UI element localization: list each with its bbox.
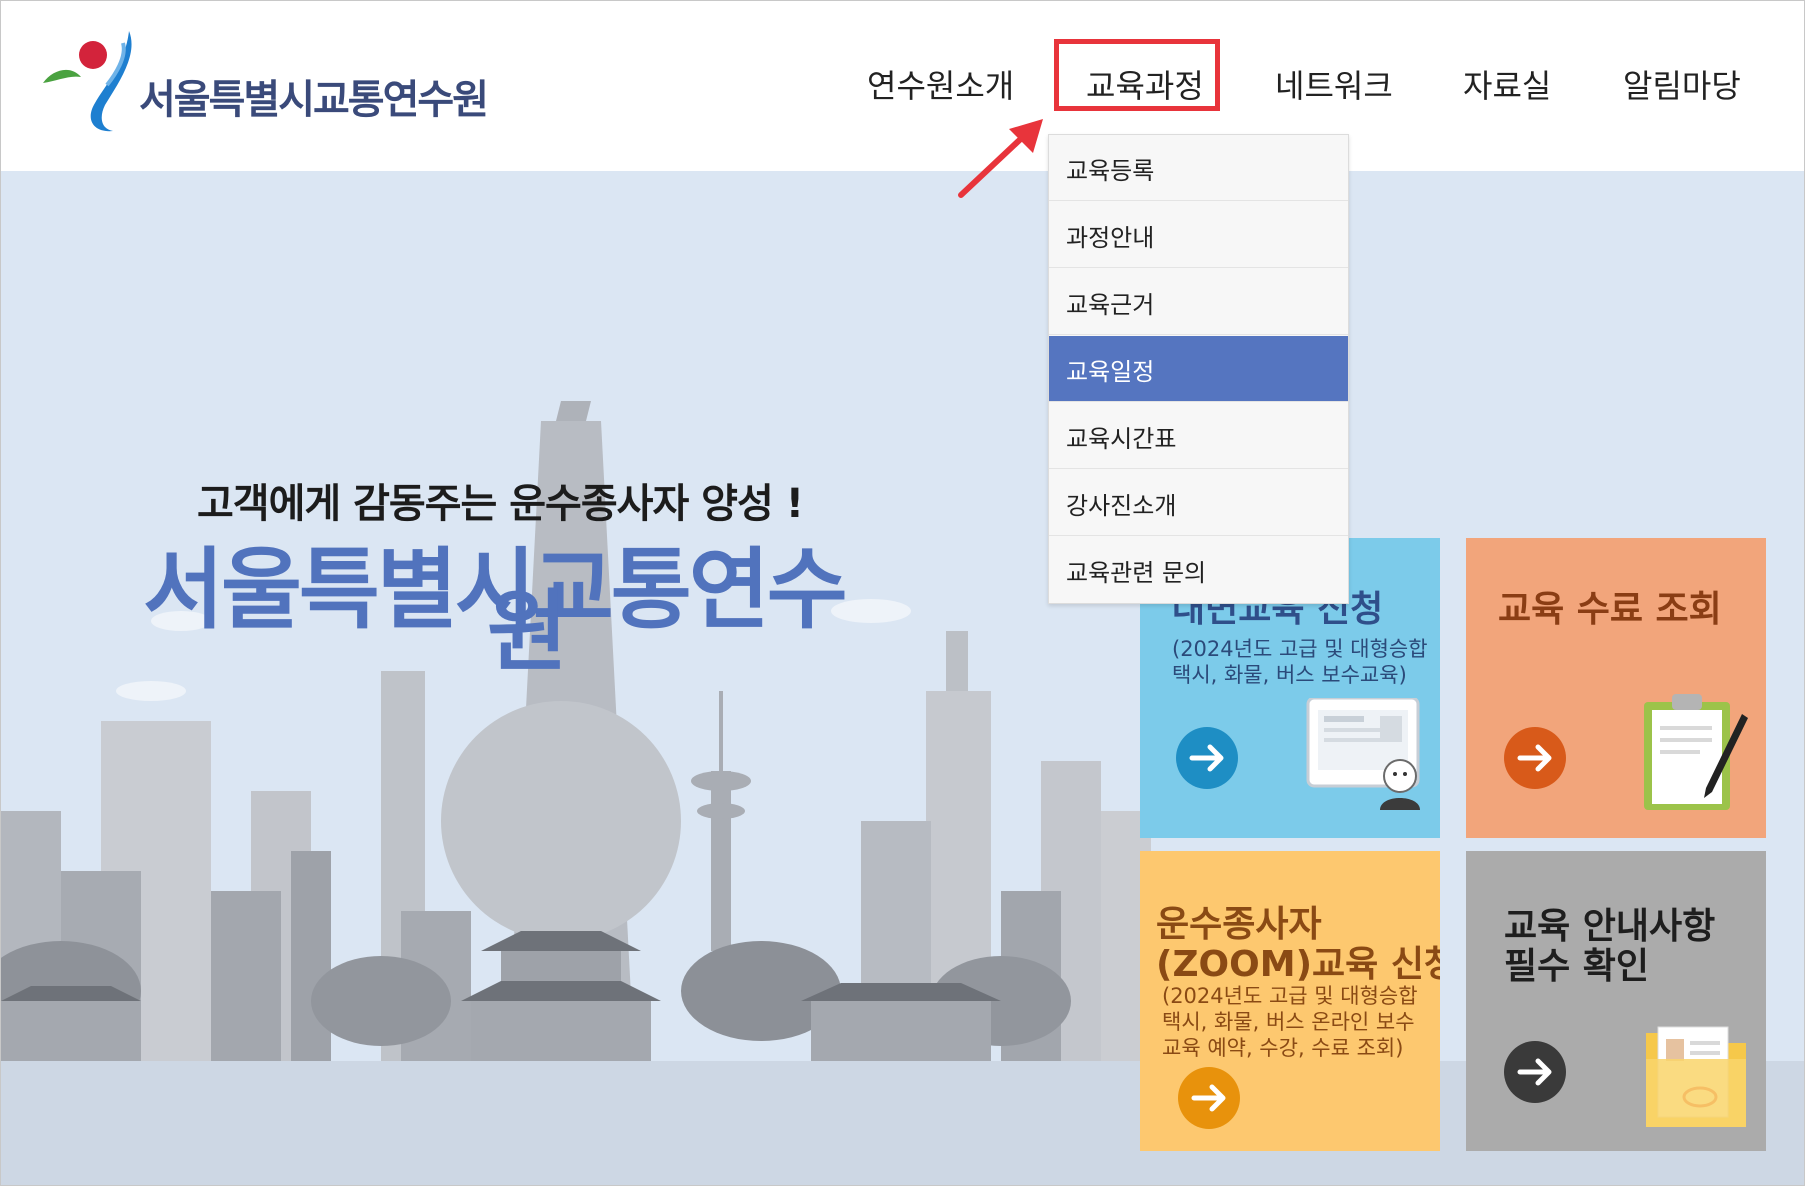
dropdown-item-inquiry[interactable]: 교육관련 문의 bbox=[1049, 537, 1348, 603]
dropdown-item-schedule[interactable]: 교육일정 bbox=[1049, 336, 1348, 402]
dropdown-item-label: 교육관련 문의 bbox=[1066, 559, 1207, 587]
nav-highlight-box bbox=[1054, 39, 1220, 111]
dropdown-item-legal-basis[interactable]: 교육근거 bbox=[1049, 269, 1348, 335]
dropdown-item-label: 교육등록 bbox=[1066, 157, 1155, 185]
dropdown-item-timetable[interactable]: 교육시간표 bbox=[1049, 403, 1348, 469]
dropdown-item-label: 교육시간표 bbox=[1066, 425, 1177, 453]
nav-item-about[interactable]: 연수원소개 bbox=[867, 61, 1014, 107]
browser-frame: 서울특별시교통연수원 연수원소개 교육과정 네트워크 자료실 알림마당 고객에게… bbox=[0, 0, 1805, 1186]
callout-arrow-icon bbox=[958, 119, 1043, 198]
hero-title-part2: 교통연수 bbox=[532, 538, 848, 641]
courses-dropdown-menu: 교육등록 과정안내 교육근거 교육일정 교육시간표 강사진소개 교육관련 문의 bbox=[1048, 134, 1349, 604]
tile-subtitle: (2024년도 고급 및 대형승합 택시, 화물, 버스 온라인 보수 교육 예… bbox=[1162, 984, 1418, 1060]
hero-section: 고객에게 감동주는 운수종사자 양성 ! 서울특별시교통연수 원 대면교육 신청… bbox=[1, 171, 1804, 1185]
hero-title-part1: 서울특별시 bbox=[143, 538, 536, 641]
folder-document-icon bbox=[1646, 1026, 1746, 1127]
site-header: 서울특별시교통연수원 연수원소개 교육과정 네트워크 자료실 알림마당 bbox=[1, 1, 1804, 171]
arrow-right-icon[interactable] bbox=[1176, 727, 1238, 789]
clipboard-pen-icon bbox=[1644, 694, 1748, 810]
tile-title-line2: (ZOOM)교육 신청 bbox=[1156, 944, 1440, 985]
tile-title-line2: 필수 확인 bbox=[1504, 946, 1650, 987]
dropdown-item-label: 강사진소개 bbox=[1066, 492, 1177, 520]
logo-text: 서울특별시교통연수원 bbox=[139, 77, 489, 123]
tile-completion-lookup[interactable]: 교육 수료 조회 bbox=[1466, 538, 1766, 838]
tile-education-notice[interactable]: 교육 안내사항 필수 확인 bbox=[1466, 851, 1766, 1151]
arrow-right-icon[interactable] bbox=[1504, 727, 1566, 789]
dropdown-item-instructors[interactable]: 강사진소개 bbox=[1049, 470, 1348, 536]
nav-item-resources[interactable]: 자료실 bbox=[1463, 61, 1551, 107]
dropdown-item-label: 과정안내 bbox=[1066, 224, 1155, 252]
dropdown-item-label: 교육근거 bbox=[1066, 291, 1155, 319]
hero-title: 서울특별시교통연수 원 bbox=[143, 519, 848, 683]
dropdown-item-registration[interactable]: 교육등록 bbox=[1049, 135, 1348, 201]
dropdown-item-course-guide[interactable]: 과정안내 bbox=[1049, 202, 1348, 268]
seoul-logo-icon bbox=[43, 31, 132, 132]
monitor-person-icon bbox=[1306, 698, 1420, 810]
hero-title-part3: 원 bbox=[487, 580, 568, 683]
nav-item-network[interactable]: 네트워크 bbox=[1275, 61, 1393, 107]
dropdown-item-label: 교육일정 bbox=[1066, 358, 1155, 386]
arrow-right-icon[interactable] bbox=[1178, 1067, 1240, 1129]
nav-item-notices[interactable]: 알림마당 bbox=[1623, 61, 1741, 107]
tile-title: 교육 수료 조회 bbox=[1498, 589, 1722, 630]
tile-subtitle: (2024년도 고급 및 대형승합 택시, 화물, 버스 보수교육) bbox=[1172, 637, 1428, 687]
arrow-right-icon[interactable] bbox=[1504, 1041, 1566, 1103]
site-logo[interactable]: 서울특별시교통연수원 bbox=[41, 25, 489, 135]
tile-zoom-application[interactable]: 운수종사자 (ZOOM)교육 신청 (2024년도 고급 및 대형승합 택시, … bbox=[1140, 851, 1440, 1151]
